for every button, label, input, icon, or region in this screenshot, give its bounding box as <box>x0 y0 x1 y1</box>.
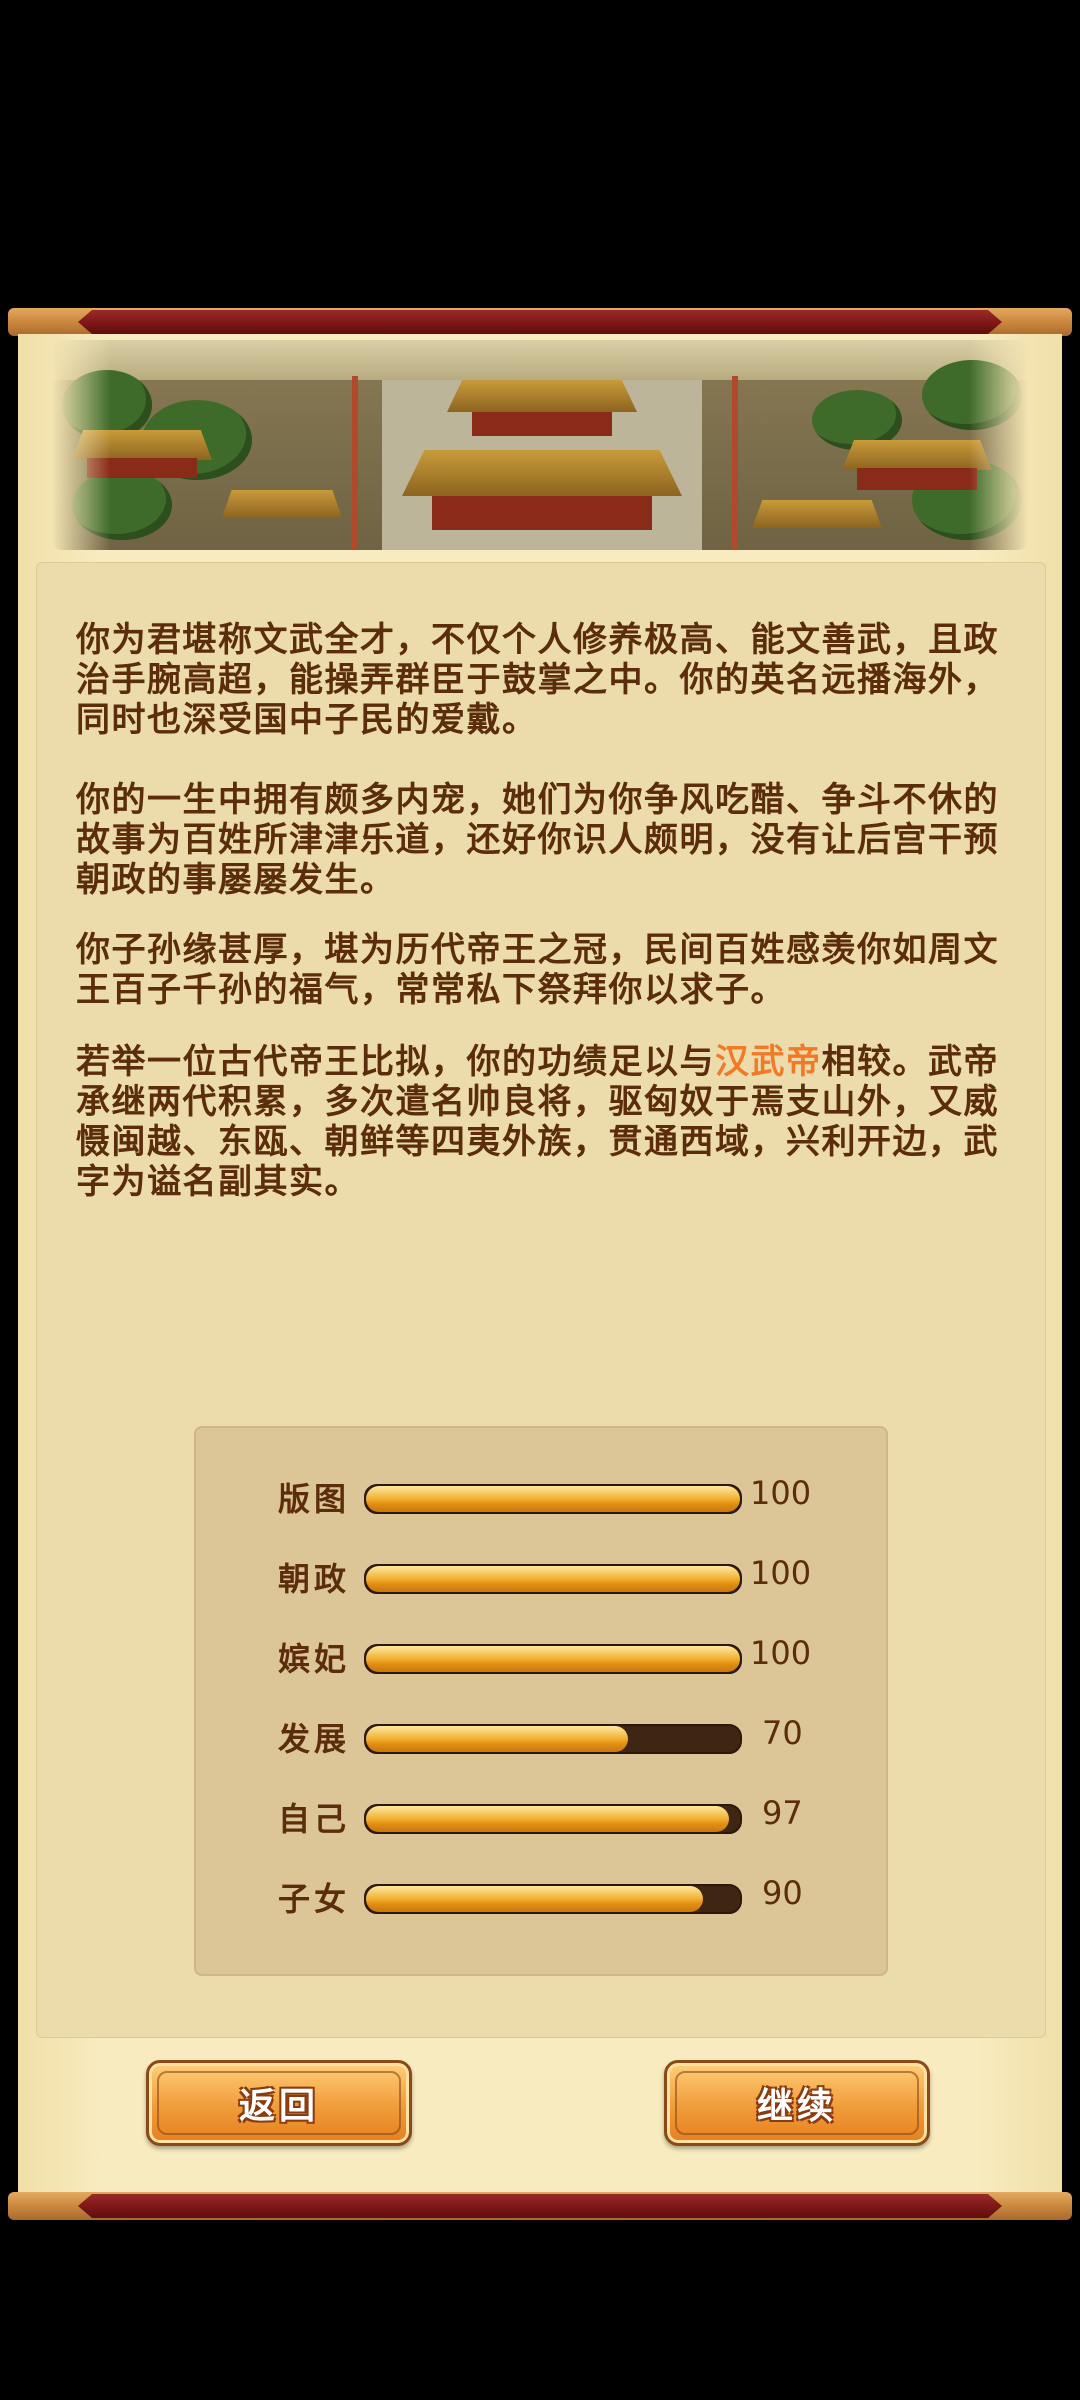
stat-value: 70 <box>762 1714 803 1752</box>
summary-paragraph-ability: 你为君堪称文武全才，不仅个人修养极高、能文善武，且政治手腕高超，能操弄群臣于鼓掌… <box>76 620 999 740</box>
stat-value: 97 <box>762 1794 803 1832</box>
stat-bar-fill <box>366 1726 628 1752</box>
continue-button[interactable]: 继续 <box>664 2060 930 2146</box>
stat-label: 朝政 <box>278 1560 351 1598</box>
stat-bar-fill <box>366 1806 729 1832</box>
stat-bar-fill <box>366 1886 703 1912</box>
stat-value: 100 <box>750 1474 812 1512</box>
stat-row-territory: 版图 100 <box>196 1466 886 1526</box>
back-button-label: 返回 <box>238 2085 319 2127</box>
stat-value: 90 <box>762 1874 803 1912</box>
stat-row-development: 发展 70 <box>196 1706 886 1766</box>
stat-bar-fill <box>366 1566 740 1592</box>
stat-bar <box>364 1484 742 1514</box>
stat-bar <box>364 1644 742 1674</box>
stat-label: 发展 <box>278 1720 351 1758</box>
summary-paragraph-descendants: 你子孙缘甚厚，堪为历代帝王之冠，民间百姓感羡你如周文王百子千孙的福气，常常私下祭… <box>76 930 999 1010</box>
stat-label: 嫔妃 <box>278 1640 351 1678</box>
compared-emperor-name: 汉武帝 <box>715 1042 822 1082</box>
scroll-top-rod <box>8 308 1072 336</box>
stat-row-consorts: 嫔妃 100 <box>196 1626 886 1686</box>
stat-bar <box>364 1804 742 1834</box>
continue-button-label: 继续 <box>756 2085 837 2127</box>
stat-bar <box>364 1884 742 1914</box>
summary-paragraph-harem: 你的一生中拥有颇多内宠，她们为你争风吃醋、争斗不休的故事为百姓所津津乐道，还好你… <box>76 780 999 900</box>
stat-value: 100 <box>750 1554 812 1592</box>
stat-row-children: 子女 90 <box>196 1866 886 1926</box>
back-button[interactable]: 返回 <box>146 2060 412 2146</box>
stat-row-self: 自己 97 <box>196 1786 886 1846</box>
summary-paragraph-comparison: 若举一位古代帝王比拟，你的功绩足以与汉武帝相较。武帝承继两代积累，多次遣名帅良将… <box>76 1042 1004 1202</box>
stats-panel: 版图 100 朝政 100 嫔妃 100 发展 70 自己 97 子女 90 <box>194 1426 888 1976</box>
stat-label: 版图 <box>278 1480 351 1518</box>
stat-bar <box>364 1564 742 1594</box>
stat-value: 100 <box>750 1634 812 1672</box>
comparison-intro: 若举一位古代帝王比拟，你的功绩足以与 <box>76 1042 715 1082</box>
palace-illustration <box>52 340 1028 550</box>
stat-bar-fill <box>366 1486 740 1512</box>
stat-label: 子女 <box>278 1880 351 1918</box>
stat-bar <box>364 1724 742 1754</box>
stat-label: 自己 <box>278 1800 351 1838</box>
stat-bar-fill <box>366 1646 740 1672</box>
scroll-bottom-rod <box>8 2192 1072 2220</box>
stat-row-government: 朝政 100 <box>196 1546 886 1606</box>
